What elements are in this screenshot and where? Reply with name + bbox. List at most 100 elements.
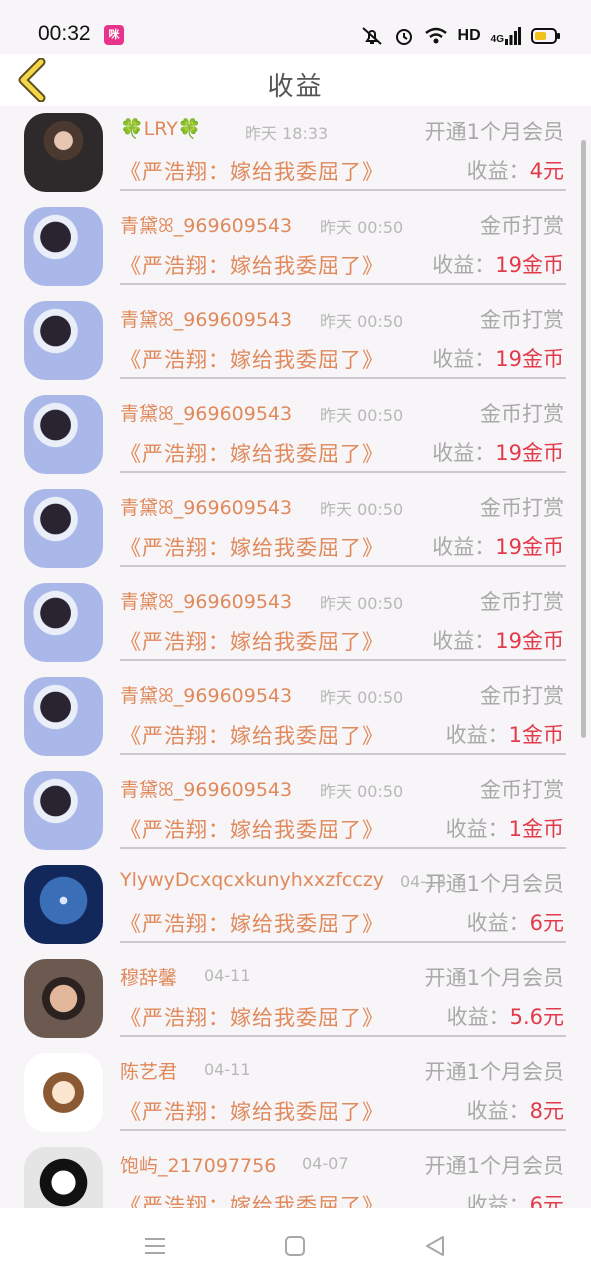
status-bar: 00:32 咪 HD 4G	[0, 0, 591, 54]
book-title[interactable]: 《严浩翔：嫁给我委屈了》	[120, 156, 384, 186]
earning-amount: 收益：19金币	[432, 249, 564, 279]
earning-item[interactable]: YlywyDcxqcxkunyhxxzfcczy 04-13 开通1个月会员 《…	[0, 862, 580, 956]
avatar[interactable]	[24, 959, 103, 1038]
book-title[interactable]: 《严浩翔：嫁给我委屈了》	[120, 250, 384, 280]
divider	[120, 189, 566, 191]
timestamp: 04-11	[204, 1060, 251, 1079]
hd-indicator: HD	[457, 27, 481, 44]
user-name: 青黛ꕤ_969609543	[120, 779, 293, 801]
earning-amount: 收益：19金币	[432, 343, 564, 373]
back-nav-button[interactable]	[415, 1226, 455, 1266]
header: 收益	[0, 54, 591, 106]
earning-type: 金币打赏	[480, 590, 564, 614]
menu-button[interactable]	[135, 1226, 175, 1266]
earning-item[interactable]: 🍀LRY🍀 昨天 18:33 开通1个月会员 《严浩翔：嫁给我委屈了》 收益：4…	[0, 110, 580, 204]
avatar[interactable]	[24, 489, 103, 568]
earning-label: 收益：	[445, 817, 509, 841]
earning-type: 开通1个月会员	[424, 966, 564, 990]
earning-label: 收益：	[432, 347, 496, 371]
divider	[120, 471, 566, 473]
divider	[120, 659, 566, 661]
book-title[interactable]: 《严浩翔：嫁给我委屈了》	[120, 344, 384, 374]
app-notification-icon: 咪	[104, 25, 124, 45]
earning-type: 开通1个月会员	[424, 120, 564, 144]
alarm-icon	[395, 29, 412, 45]
divider	[120, 565, 566, 567]
avatar[interactable]	[24, 677, 103, 756]
user-name: 青黛ꕤ_969609543	[120, 497, 293, 519]
earning-item[interactable]: 穆辞馨 04-11 开通1个月会员 《严浩翔：嫁给我委屈了》 收益：5.6元	[0, 956, 580, 1050]
home-button[interactable]	[275, 1226, 315, 1266]
user-name: 青黛ꕤ_969609543	[120, 685, 293, 707]
avatar[interactable]	[24, 113, 103, 192]
avatar[interactable]	[24, 1053, 103, 1132]
user-name: 穆辞馨	[120, 967, 178, 989]
avatar[interactable]	[24, 207, 103, 286]
avatar[interactable]	[24, 395, 103, 474]
earning-label: 收益：	[466, 911, 530, 935]
earning-item[interactable]: 青黛ꕤ_969609543 昨天 00:50 金币打赏 《严浩翔：嫁给我委屈了》…	[0, 674, 580, 768]
user-name: 青黛ꕤ_969609543	[120, 215, 293, 237]
timestamp: 昨天 00:50	[320, 406, 404, 425]
earning-label: 收益：	[432, 253, 496, 277]
earning-item[interactable]: 青黛ꕤ_969609543 昨天 00:50 金币打赏 《严浩翔：嫁给我委屈了》…	[0, 298, 580, 392]
user-name: YlywyDcxqcxkunyhxxzfcczy	[120, 869, 385, 891]
earning-value: 19金币	[495, 253, 564, 277]
book-title[interactable]: 《严浩翔：嫁给我委屈了》	[120, 814, 384, 844]
book-title[interactable]: 《严浩翔：嫁给我委屈了》	[120, 1096, 384, 1126]
earning-value: 19金币	[495, 629, 564, 653]
menu-icon	[145, 1238, 165, 1254]
earning-item[interactable]: 青黛ꕤ_969609543 昨天 00:50 金币打赏 《严浩翔：嫁给我委屈了》…	[0, 768, 580, 862]
earning-type: 金币打赏	[480, 684, 564, 708]
back-triangle-icon	[426, 1236, 444, 1256]
earning-label: 收益：	[432, 629, 496, 653]
earning-label: 收益：	[432, 441, 496, 465]
earning-amount: 收益：5.6元	[447, 1001, 564, 1031]
timestamp: 04-11	[204, 966, 251, 985]
book-title[interactable]: 《严浩翔：嫁给我委屈了》	[120, 438, 384, 468]
book-title[interactable]: 《严浩翔：嫁给我委屈了》	[120, 1190, 384, 1208]
earning-value: 6元	[529, 911, 564, 935]
earning-value: 1金币	[508, 723, 564, 747]
earning-amount: 收益：6元	[467, 907, 564, 937]
book-title[interactable]: 《严浩翔：嫁给我委屈了》	[120, 720, 384, 750]
mute-icon	[361, 27, 382, 45]
home-icon	[285, 1236, 305, 1256]
timestamp: 昨天 18:33	[245, 124, 329, 143]
user-name: 青黛ꕤ_969609543	[120, 403, 293, 425]
avatar[interactable]	[24, 583, 103, 662]
avatar[interactable]	[24, 1147, 103, 1208]
earnings-list[interactable]: 🍀LRY🍀 昨天 18:33 开通1个月会员 《严浩翔：嫁给我委屈了》 收益：4…	[0, 110, 591, 1208]
timestamp: 昨天 00:50	[320, 688, 404, 707]
earning-item[interactable]: 青黛ꕤ_969609543 昨天 00:50 金币打赏 《严浩翔：嫁给我委屈了》…	[0, 204, 580, 298]
book-title[interactable]: 《严浩翔：嫁给我委屈了》	[120, 626, 384, 656]
book-title[interactable]: 《严浩翔：嫁给我委屈了》	[120, 532, 384, 562]
earning-type: 金币打赏	[480, 778, 564, 802]
earning-value: 19金币	[495, 347, 564, 371]
avatar[interactable]	[24, 865, 103, 944]
earning-item[interactable]: 青黛ꕤ_969609543 昨天 00:50 金币打赏 《严浩翔：嫁给我委屈了》…	[0, 580, 580, 674]
user-name: 青黛ꕤ_969609543	[120, 309, 293, 331]
earning-item[interactable]: 青黛ꕤ_969609543 昨天 00:50 金币打赏 《严浩翔：嫁给我委屈了》…	[0, 392, 580, 486]
book-title[interactable]: 《严浩翔：嫁给我委屈了》	[120, 908, 384, 938]
earning-type: 金币打赏	[480, 496, 564, 520]
earning-item[interactable]: 饱屿_217097756 04-07 开通1个月会员 《严浩翔：嫁给我委屈了》 …	[0, 1144, 580, 1208]
avatar[interactable]	[24, 771, 103, 850]
earning-item[interactable]: 陈艺君 04-11 开通1个月会员 《严浩翔：嫁给我委屈了》 收益：8元	[0, 1050, 580, 1144]
earning-type: 金币打赏	[480, 214, 564, 238]
divider	[120, 941, 566, 943]
network-type-label: 4G	[490, 34, 504, 45]
scrollbar[interactable]	[581, 140, 586, 738]
book-title[interactable]: 《严浩翔：嫁给我委屈了》	[120, 1002, 384, 1032]
earning-value: 1金币	[508, 817, 564, 841]
earning-label: 收益：	[432, 535, 496, 559]
earning-value: 6元	[529, 1193, 564, 1208]
earning-type: 开通1个月会员	[424, 872, 564, 896]
avatar[interactable]	[24, 301, 103, 380]
earning-label: 收益：	[466, 1193, 530, 1208]
divider	[120, 847, 566, 849]
earning-type: 金币打赏	[480, 308, 564, 332]
earning-item[interactable]: 青黛ꕤ_969609543 昨天 00:50 金币打赏 《严浩翔：嫁给我委屈了》…	[0, 486, 580, 580]
page-title: 收益	[267, 72, 324, 102]
timestamp: 昨天 00:50	[320, 218, 404, 237]
